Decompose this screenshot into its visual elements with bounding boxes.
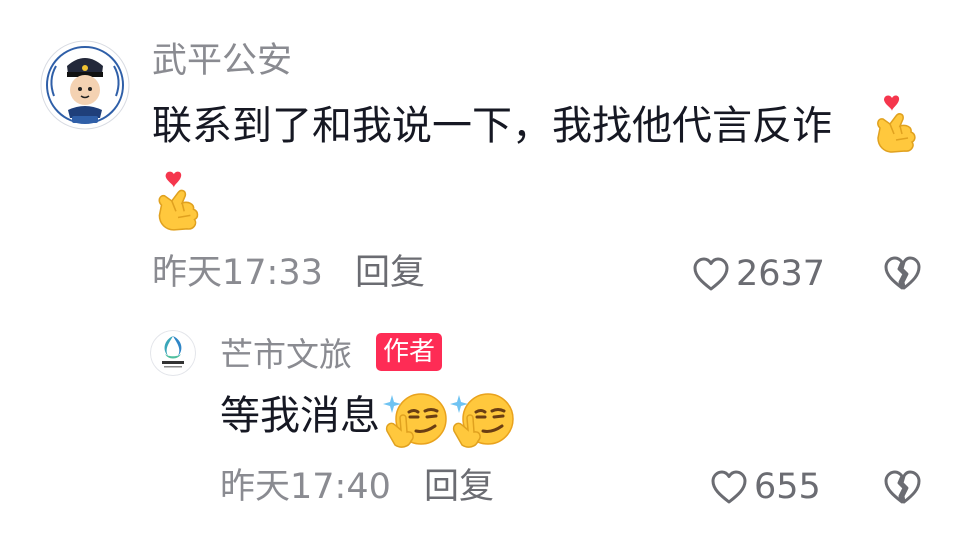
like-button[interactable]: 2637 <box>692 252 825 296</box>
dislike-broken-heart-icon[interactable] <box>882 254 922 292</box>
like-count: 2637 <box>736 254 826 294</box>
finger-heart-emoji <box>150 170 206 234</box>
author-badge: 作者 <box>376 333 443 371</box>
mangshi-tourism-logo-icon[interactable] <box>150 330 196 376</box>
reply-timestamp: 昨天17:40 <box>220 467 391 507</box>
reply-button[interactable]: 回复 <box>355 248 425 298</box>
heart-icon <box>692 256 730 292</box>
reply-username[interactable]: 芒市文旅 <box>220 332 352 378</box>
smirk-sparkle-emoji <box>450 385 516 451</box>
police-avatar-icon[interactable] <box>40 40 130 130</box>
like-count: 655 <box>754 467 821 507</box>
heart-icon <box>710 469 748 505</box>
finger-heart-emoji <box>870 94 922 156</box>
dislike-broken-heart-icon[interactable] <box>882 468 922 506</box>
commenter-username[interactable]: 武平公安 <box>152 36 292 86</box>
comment-text: 联系到了和我说一下，我找他代言反诈 <box>152 103 832 149</box>
reply-text: 等我消息 <box>220 393 380 439</box>
like-button[interactable]: 655 <box>710 465 821 509</box>
smirk-sparkle-emoji <box>383 385 449 451</box>
comment-timestamp: 昨天17:33 <box>152 253 323 293</box>
reply-button[interactable]: 回复 <box>424 462 494 512</box>
